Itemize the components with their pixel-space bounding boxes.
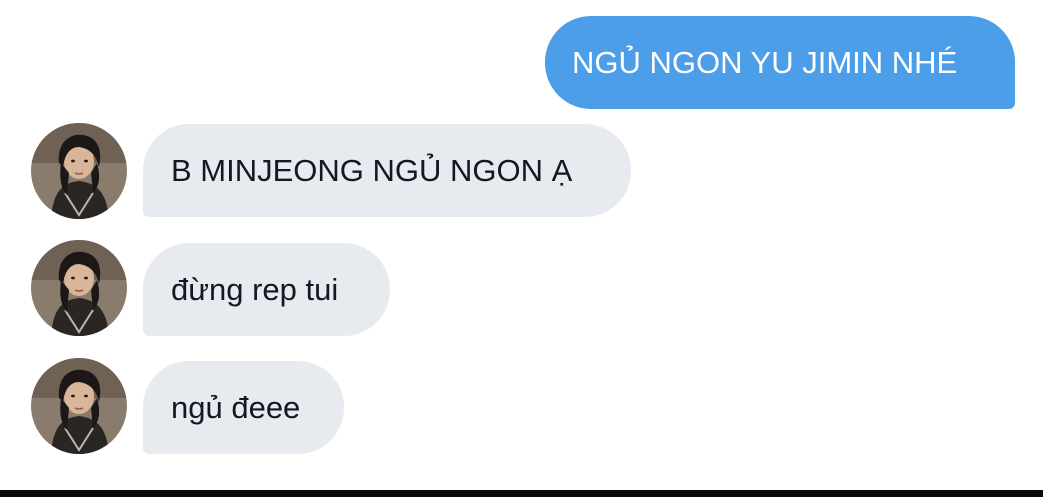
- outgoing-message-bubble[interactable]: NGỦ NGON YU JIMIN NHÉ: [545, 16, 1015, 109]
- incoming-message-bubble[interactable]: B MINJEONG NGỦ NGON Ạ: [143, 124, 631, 217]
- incoming-message-bubble[interactable]: ngủ đeee: [143, 361, 344, 454]
- avatar[interactable]: [31, 123, 127, 219]
- message-text: NGỦ NGON YU JIMIN NHÉ: [572, 45, 958, 80]
- profile-photo-icon: [31, 240, 127, 336]
- profile-photo-icon: [31, 358, 127, 454]
- message-thread: NGỦ NGON YU JIMIN NHÉ B MINJEONG NGỦ NGO…: [0, 0, 1043, 490]
- bottom-edge-bar: [0, 490, 1043, 497]
- profile-photo-icon: [31, 123, 127, 219]
- avatar[interactable]: [31, 358, 127, 454]
- avatar[interactable]: [31, 240, 127, 336]
- message-text: ngủ đeee: [171, 390, 301, 425]
- message-text: đừng rep tui: [171, 272, 339, 307]
- incoming-message-bubble[interactable]: đừng rep tui: [143, 243, 390, 336]
- message-text: B MINJEONG NGỦ NGON Ạ: [171, 153, 573, 188]
